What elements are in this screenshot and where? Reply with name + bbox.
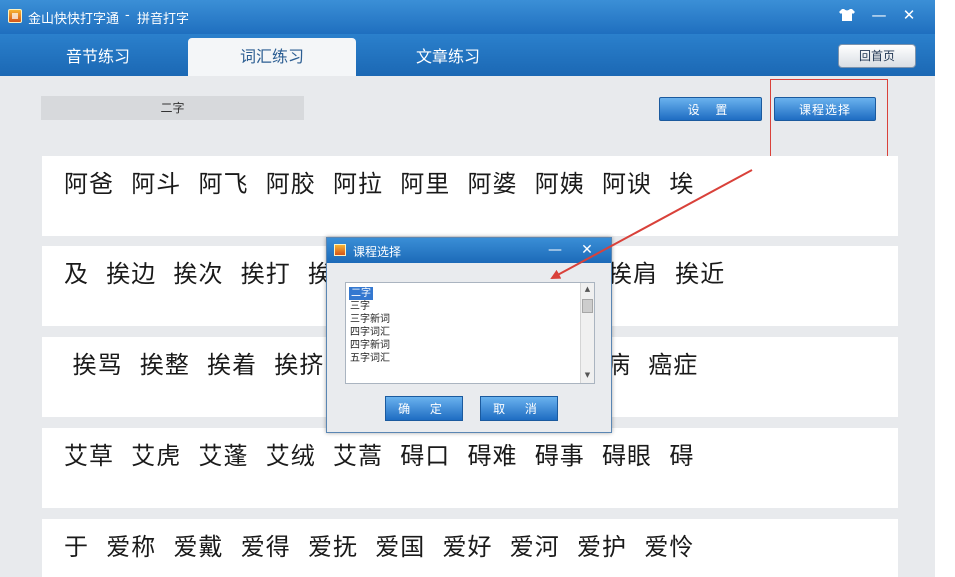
dialog-title-bar[interactable]: 课程选择 — ✕ <box>327 238 611 263</box>
word-row-text-right: 病 癌症 <box>606 351 699 379</box>
word-row[interactable]: 于 爱称 爱戴 爱得 爱抚 爱国 爱好 爱河 爱护 爱怜 <box>42 519 898 577</box>
scroll-down-icon[interactable]: ▼ <box>581 369 594 381</box>
shirt-icon <box>839 9 855 21</box>
current-course-label: 二字 <box>41 96 304 120</box>
dialog-close-button[interactable]: ✕ <box>577 240 597 260</box>
title-separator: - <box>125 8 130 23</box>
app-subtitle: 拼音打字 <box>137 12 190 27</box>
dialog-minimize-button[interactable]: — <box>545 240 565 260</box>
course-list-item[interactable]: 三字 <box>350 300 370 313</box>
list-scrollbar[interactable]: ▲ ▼ <box>580 283 594 383</box>
word-row-text: 及 挨边 挨次 挨打 挨 <box>64 260 334 288</box>
home-button[interactable]: 回首页 <box>838 44 916 68</box>
course-list-item[interactable]: 三字新词 <box>350 313 390 326</box>
dialog-logo-icon <box>334 244 346 256</box>
course-list-item[interactable]: 四字词汇 <box>350 326 390 339</box>
course-list-item[interactable]: 四字新词 <box>350 339 390 352</box>
tab-syllable[interactable]: 音节练习 <box>28 38 168 76</box>
word-row[interactable]: 艾草 艾虎 艾蓬 艾绒 艾蒿 碍口 碍难 碍事 碍眼 碍 <box>42 428 898 508</box>
ok-button[interactable]: 确 定 <box>385 396 463 421</box>
skin-button[interactable] <box>836 5 858 27</box>
cancel-button[interactable]: 取 消 <box>480 396 558 421</box>
highlight-box <box>770 79 888 162</box>
tab-article[interactable]: 文章练习 <box>378 38 518 76</box>
course-list-item[interactable]: 二字 <box>349 287 373 300</box>
tab-bar: 音节练习 词汇练习 文章练习 <box>0 34 935 76</box>
app-logo-icon <box>8 9 22 23</box>
scroll-thumb[interactable] <box>582 299 593 313</box>
settings-button[interactable]: 设 置 <box>659 97 762 121</box>
minimize-button[interactable]: — <box>868 5 890 25</box>
title-bar[interactable]: 金山快快打字通 - 拼音打字 — ✕ <box>0 0 935 34</box>
word-row-text: 于 爱称 爱戴 爱得 爱抚 爱国 爱好 爱河 爱护 爱怜 <box>64 533 695 561</box>
close-button[interactable]: ✕ <box>898 5 920 25</box>
word-row[interactable]: 阿爸 阿斗 阿飞 阿胶 阿拉 阿里 阿婆 阿姨 阿谀 埃 <box>42 156 898 236</box>
app-title: 金山快快打字通 <box>28 12 120 27</box>
course-list-item[interactable]: 五字词汇 <box>350 352 390 365</box>
dialog-title: 课程选择 <box>353 245 402 259</box>
word-row-text-right: 挨肩 挨近 <box>608 260 726 288</box>
word-row-text: 艾草 艾虎 艾蓬 艾绒 艾蒿 碍口 碍难 碍事 碍眼 碍 <box>64 442 695 470</box>
course-select-dialog: 课程选择 — ✕ 二字 三字 三字新词 四字词汇 四字新词 五字词汇 ▲ ▼ 确… <box>326 237 612 433</box>
scroll-up-icon[interactable]: ▲ <box>581 283 594 295</box>
course-list[interactable]: 二字 三字 三字新词 四字词汇 四字新词 五字词汇 ▲ ▼ <box>345 282 595 384</box>
word-row-text: 挨骂 挨整 挨着 挨挤 <box>64 351 325 379</box>
tab-vocabulary[interactable]: 词汇练习 <box>188 38 356 76</box>
word-row-text: 阿爸 阿斗 阿飞 阿胶 阿拉 阿里 阿婆 阿姨 阿谀 埃 <box>64 170 695 198</box>
